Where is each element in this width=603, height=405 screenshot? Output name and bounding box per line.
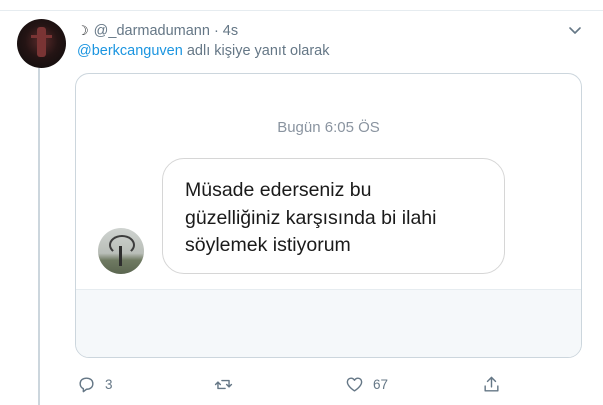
thread-connector-line (38, 68, 40, 405)
retweet-button[interactable] (214, 375, 242, 394)
avatar-figure-arms (31, 35, 52, 38)
reply-count: 3 (105, 377, 113, 392)
tree-crown (109, 235, 135, 255)
top-divider (0, 10, 603, 11)
share-icon (484, 376, 499, 392)
header-separator: · (213, 23, 219, 39)
tweet-header: ☽ @_darmadumann · 4s (77, 21, 238, 41)
user-avatar[interactable] (17, 19, 66, 68)
chat-sender-avatar (98, 228, 144, 274)
moon-icon: ☽ (77, 23, 89, 38)
retweet-icon (214, 379, 233, 390)
username[interactable]: @_darmadumann (94, 23, 210, 39)
like-icon (346, 377, 363, 392)
avatar-figure (37, 27, 46, 57)
chat-message-line: güzelliğiniz karşısında bi ilahi (185, 206, 437, 229)
tweet-time[interactable]: 4s (223, 23, 238, 39)
chat-timestamp: Bugün 6:05 ÖS (277, 119, 380, 136)
like-button[interactable]: 67 (345, 375, 388, 394)
chat-message-line: Müsade ederseniz bu (185, 179, 372, 201)
reply-context: @berkcanguven adlı kişiye yanıt olarak (77, 43, 330, 59)
reply-icon (79, 377, 94, 393)
chat-message-bubble: Müsade ederseniz bu güzelliğiniz karşısı… (162, 158, 505, 274)
tree-trunk (119, 246, 122, 266)
chevron-down-icon[interactable] (568, 26, 582, 36)
reply-button[interactable]: 3 (77, 375, 113, 394)
reply-mention-link[interactable]: @berkcanguven (77, 43, 183, 59)
share-button[interactable] (482, 375, 501, 394)
like-count: 67 (373, 377, 389, 392)
reply-context-text: adlı kişiye yanıt olarak (186, 43, 330, 59)
chat-message-line: söylemek istiyorum (185, 234, 351, 256)
card-footer-area (76, 289, 581, 357)
tweet-actions-bar: 3 67 (0, 372, 603, 398)
media-card[interactable]: Bugün 6:05 ÖS Müsade ederseniz bu güzell… (75, 73, 582, 358)
